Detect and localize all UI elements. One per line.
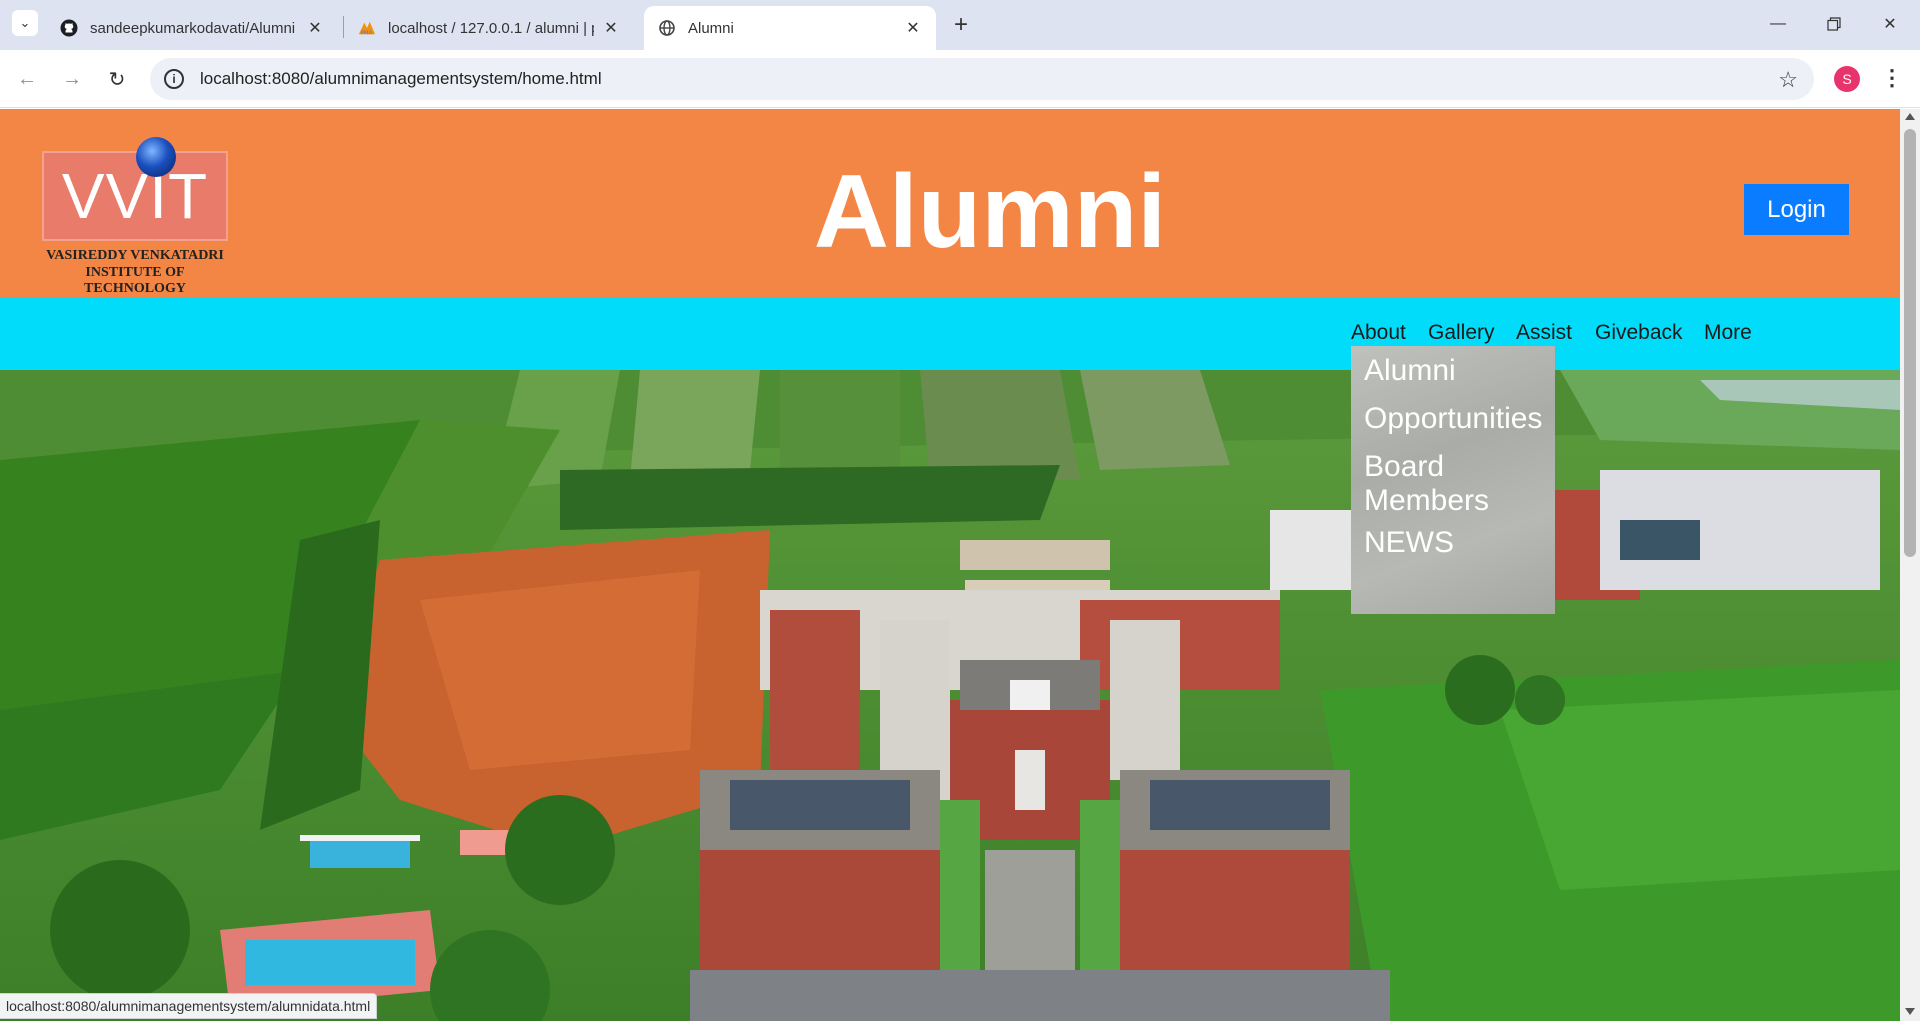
main-nav: About Gallery Assist Giveback More: [0, 297, 1900, 370]
close-icon[interactable]: ✕: [904, 19, 922, 37]
close-icon[interactable]: ✕: [602, 19, 620, 37]
reload-icon: ↻: [108, 68, 126, 91]
browser-menu-button[interactable]: ⋮: [1881, 62, 1903, 94]
arrow-left-icon: ←: [17, 67, 37, 90]
link-status-bar: localhost:8080/alumnimanagementsystem/al…: [0, 993, 378, 1019]
phpmyadmin-icon: PMA: [358, 19, 376, 37]
forward-button[interactable]: →: [57, 64, 87, 94]
nav-item-gallery[interactable]: Gallery: [1428, 321, 1495, 345]
tab-github[interactable]: sandeepkumarkodavati/Alumni ✕: [46, 6, 338, 50]
minimize-icon: —: [1770, 15, 1786, 32]
scroll-down-icon[interactable]: [1905, 1008, 1915, 1015]
restore-icon: [1827, 17, 1841, 31]
scroll-up-icon[interactable]: [1905, 113, 1915, 120]
site-header: VVIT VASIREDDY VENKATADRI INSTITUTE OF T…: [0, 109, 1900, 297]
new-tab-button[interactable]: +: [948, 11, 974, 38]
profile-initial: S: [1842, 71, 1852, 87]
close-icon[interactable]: ✕: [306, 19, 324, 37]
close-icon: ✕: [1883, 16, 1897, 33]
tab-strip: ⌄ sandeepkumarkodavati/Alumni ✕ PMA loca…: [0, 0, 1920, 50]
url-text: localhost:8080/alumnimanagementsystem/ho…: [200, 69, 602, 88]
browser-toolbar: ← → ↻ i localhost:8080/alumnimanagements…: [0, 50, 1920, 108]
nav-item-about[interactable]: About: [1351, 321, 1406, 345]
more-vert-icon: ⋮: [1881, 65, 1903, 90]
tab-search-button[interactable]: ⌄: [12, 10, 38, 36]
arrow-right-icon: →: [62, 67, 82, 90]
dropdown-item-opportunities[interactable]: Opportunities: [1364, 402, 1550, 436]
dropdown-item-alumni[interactable]: Alumni: [1364, 354, 1550, 388]
reload-button[interactable]: ↻: [102, 64, 132, 94]
tab-title: sandeepkumarkodavati/Alumni: [90, 19, 296, 37]
svg-text:PMA: PMA: [361, 30, 373, 36]
bookmark-star-icon[interactable]: ☆: [1778, 67, 1798, 93]
close-window-button[interactable]: ✕: [1870, 8, 1910, 40]
tab-alumni[interactable]: Alumni ✕: [644, 6, 936, 50]
back-button[interactable]: ←: [12, 64, 42, 94]
profile-avatar[interactable]: S: [1834, 66, 1860, 92]
scrollbar-thumb[interactable]: [1904, 129, 1916, 557]
info-icon[interactable]: i: [164, 69, 184, 89]
address-bar[interactable]: i localhost:8080/alumnimanagementsystem/…: [150, 58, 1814, 100]
about-dropdown-menu: Alumni Opportunities Board Members NEWS: [1351, 346, 1555, 614]
globe-icon: [658, 19, 676, 37]
page-scrollbar[interactable]: [1900, 109, 1920, 1021]
nav-item-giveback[interactable]: Giveback: [1595, 321, 1683, 345]
restore-button[interactable]: [1814, 8, 1854, 40]
dropdown-item-news[interactable]: NEWS: [1364, 526, 1550, 560]
dropdown-item-board-members[interactable]: Board Members: [1364, 450, 1550, 518]
page-viewport: VVIT VASIREDDY VENKATADRI INSTITUTE OF T…: [0, 109, 1900, 1021]
nav-item-more[interactable]: More: [1704, 321, 1752, 345]
tab-title: Alumni: [688, 19, 734, 37]
page-title: Alumni: [813, 154, 1167, 270]
chevron-down-icon: ⌄: [19, 15, 31, 30]
tab-title: localhost / 127.0.0.1 / alumni | p: [388, 19, 594, 37]
github-icon: [60, 19, 78, 37]
campus-hero-image: [0, 370, 1900, 1021]
plus-icon: +: [953, 11, 968, 38]
login-button[interactable]: Login: [1744, 184, 1849, 235]
tab-phpmyadmin[interactable]: PMA localhost / 127.0.0.1 / alumni | p ✕: [344, 6, 634, 50]
minimize-button[interactable]: —: [1758, 8, 1798, 40]
nav-item-assist[interactable]: Assist: [1516, 321, 1572, 345]
